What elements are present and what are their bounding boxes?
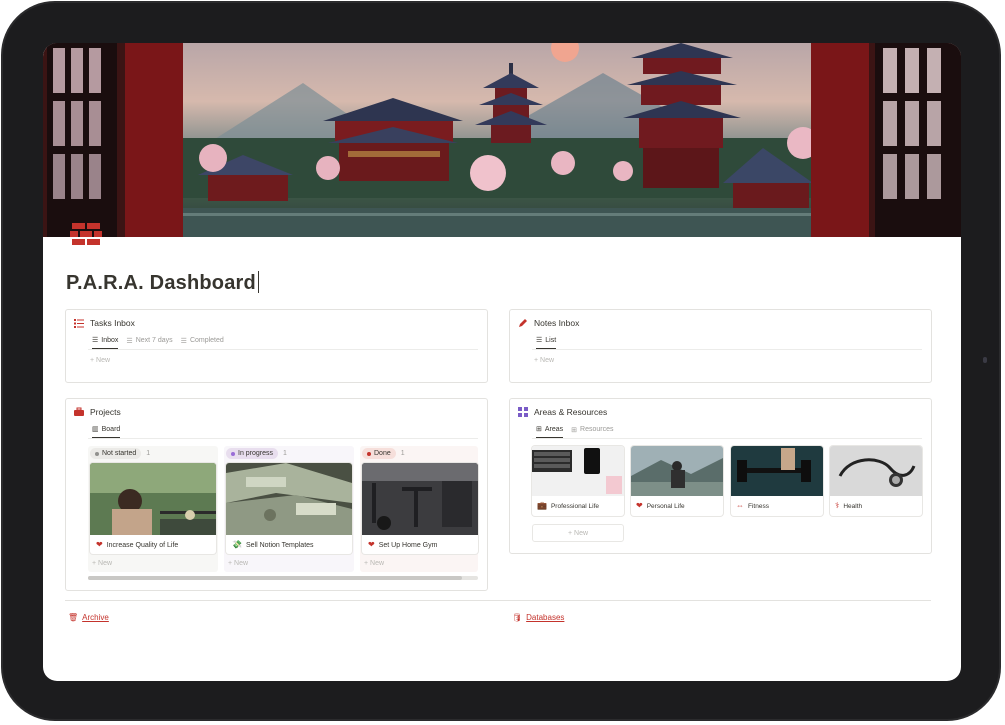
- column-count: 1: [400, 450, 405, 457]
- tab-board[interactable]: ▥ Board: [92, 425, 121, 438]
- column-new-button[interactable]: + New: [364, 560, 384, 567]
- card-title: ❤ Personal Life: [636, 501, 685, 510]
- list-icon: ☰: [536, 337, 543, 344]
- footer-divider: [65, 600, 931, 601]
- card-cover-image: [532, 446, 624, 496]
- card-title: 💸 Sell Notion Templates: [232, 540, 314, 549]
- card-cover-image: [226, 463, 352, 535]
- heart-icon: ❤: [368, 540, 375, 549]
- divider: [532, 438, 922, 439]
- heart-icon: ❤: [96, 540, 103, 549]
- scrollbar-thumb[interactable]: [88, 576, 462, 580]
- notes-inbox-panel: Notes Inbox ☰ List + New: [509, 309, 932, 383]
- page-title[interactable]: P.A.R.A. Dashboard: [66, 271, 259, 295]
- notes-inbox-header[interactable]: Notes Inbox: [518, 318, 579, 328]
- status-badge: Done: [362, 448, 396, 459]
- gallery-icon: ⊞: [536, 426, 542, 433]
- card-cover-image: [362, 463, 478, 535]
- money-icon: 💸: [232, 540, 242, 549]
- divider: [88, 438, 478, 439]
- tab-inbox[interactable]: ☰ Inbox: [92, 336, 119, 349]
- projects-views: ▥ Board: [92, 425, 121, 438]
- gallery-icon: ⊞: [571, 426, 578, 434]
- briefcase-icon: [74, 407, 84, 416]
- tasks-inbox-header[interactable]: Tasks Inbox: [74, 318, 135, 328]
- column-new-button[interactable]: + New: [92, 560, 112, 567]
- tab-next-7-days[interactable]: ☰ Next 7 days: [126, 336, 172, 349]
- heart-icon: ❤: [636, 501, 643, 510]
- tab-completed[interactable]: ☰ Completed: [181, 336, 224, 349]
- status-badge: Not started: [90, 448, 142, 459]
- tablet-screen: P.A.R.A. Dashboard Tasks Inbox ☰ Inbox ☰ N…: [43, 43, 961, 681]
- tab-resources[interactable]: ⊞ Resources: [571, 425, 613, 438]
- trash-icon: 🗑: [68, 612, 79, 622]
- project-card[interactable]: ❤ Set Up Home Gym: [362, 463, 478, 554]
- column-header: Not started 1: [90, 448, 150, 459]
- gallery-card[interactable]: ⇔ Fitness: [731, 446, 823, 516]
- grid-icon: [518, 407, 528, 417]
- card-title: ⇔ Fitness: [736, 501, 769, 510]
- notes-new-button[interactable]: + New: [534, 357, 554, 364]
- pencil-icon: [519, 319, 527, 327]
- column-count: 1: [146, 450, 151, 457]
- tasks-new-button[interactable]: + New: [90, 357, 110, 364]
- archive-link[interactable]: 🗑 Archive: [68, 613, 109, 622]
- stethoscope-icon: ⚕: [835, 501, 840, 510]
- tasks-inbox-panel: Tasks Inbox ☰ Inbox ☰ Next 7 days ☰ Complet…: [65, 309, 488, 383]
- dumbbell-icon: ⇔: [736, 501, 744, 510]
- tab-list[interactable]: ☰ List: [536, 336, 557, 349]
- card-cover-image: [731, 446, 823, 496]
- brick-wall-icon[interactable]: [70, 221, 102, 249]
- board-icon: ▥: [92, 426, 99, 433]
- column-new-button[interactable]: + New: [228, 560, 248, 567]
- card-title: ❤ Increase Quality of Life: [96, 540, 179, 549]
- areas-resources-title: Areas & Resources: [534, 407, 608, 417]
- column-count: 1: [283, 450, 287, 457]
- areas-resources-header[interactable]: Areas & Resources: [518, 407, 607, 417]
- list-icon: ☰: [92, 337, 99, 344]
- card-title: ⚕ Health: [835, 501, 863, 510]
- tab-areas[interactable]: ⊞ Areas: [536, 425, 564, 438]
- briefcase-icon: 💼: [537, 501, 547, 510]
- gallery-new-button[interactable]: + New: [532, 524, 624, 542]
- card-title: 💼 Professional Life: [537, 501, 600, 510]
- gallery-card[interactable]: ❤ Personal Life: [631, 446, 723, 516]
- tasks-inbox-views: ☰ Inbox ☰ Next 7 days ☰ Completed: [92, 336, 224, 349]
- gallery-card[interactable]: ⚕ Health: [830, 446, 922, 516]
- card-title: ❤ Set Up Home Gym: [368, 540, 438, 549]
- tablet-side-button: [983, 357, 987, 363]
- project-card[interactable]: 💸 Sell Notion Templates: [226, 463, 352, 554]
- gallery-card[interactable]: 💼 Professional Life: [532, 446, 624, 516]
- list-icon: ☰: [126, 337, 133, 345]
- notes-inbox-views: ☰ List: [536, 336, 557, 349]
- tasks-inbox-title: Tasks Inbox: [90, 318, 135, 328]
- projects-header[interactable]: Projects: [74, 407, 121, 417]
- card-cover-image: [90, 463, 216, 535]
- card-cover-image: [830, 446, 922, 496]
- list-icon: ☰: [180, 337, 187, 345]
- areas-resources-panel: Areas & Resources ⊞ Areas ⊞ Resources 💼 Pro…: [509, 398, 932, 554]
- checklist-icon: [74, 319, 84, 328]
- page-cover: [43, 43, 961, 237]
- column-header: In progress 1: [226, 448, 287, 459]
- card-cover-image: [631, 446, 723, 496]
- database-icon: 🛢: [512, 612, 523, 622]
- notes-inbox-title: Notes Inbox: [534, 318, 580, 328]
- projects-title: Projects: [90, 407, 121, 417]
- divider: [88, 349, 478, 350]
- project-card[interactable]: ❤ Increase Quality of Life: [90, 463, 216, 554]
- areas-resources-views: ⊞ Areas ⊞ Resources: [536, 425, 614, 438]
- divider: [532, 349, 922, 350]
- databases-link[interactable]: 🛢 Databases: [512, 613, 564, 622]
- column-header: Done 1: [362, 448, 405, 459]
- text-cursor: [257, 271, 259, 293]
- status-badge: In progress: [226, 448, 279, 459]
- projects-panel: Projects ▥ Board Not started 1 ❤ Increase …: [65, 398, 488, 591]
